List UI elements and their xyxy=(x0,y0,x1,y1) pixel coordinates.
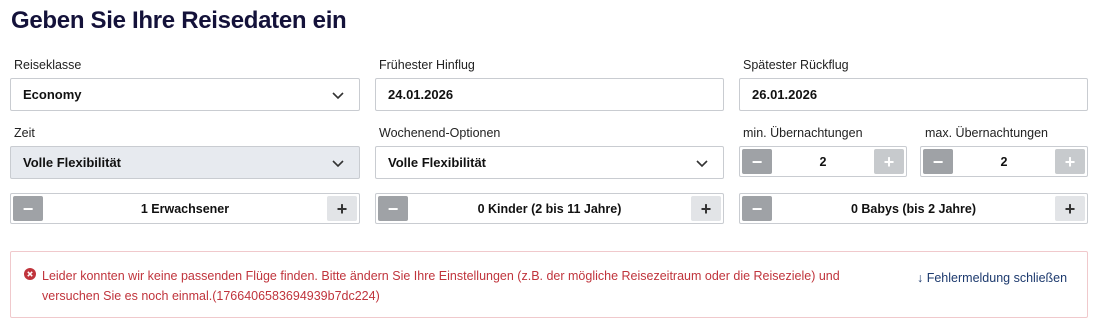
kinder-value: 0 Kinder (2 bis 11 Jahre) xyxy=(477,201,622,216)
kinder-plus-button[interactable]: + xyxy=(691,196,721,221)
rueckflug-input[interactable]: 26.01.2026 xyxy=(739,78,1088,111)
min-nights-stepper[interactable]: − 2 + xyxy=(739,146,907,177)
zeit-select[interactable]: Volle Flexibilität xyxy=(10,146,360,179)
wochenende-value: Volle Flexibilität xyxy=(388,155,487,170)
hinflug-value: 24.01.2026 xyxy=(388,87,454,102)
chevron-down-icon xyxy=(332,160,344,168)
rueckflug-label: Spätester Rückflug xyxy=(743,58,849,72)
chevron-down-icon xyxy=(332,92,344,100)
max-nights-label: max. Übernachtungen xyxy=(925,126,1048,140)
erwachsene-stepper[interactable]: − 1 Erwachsener + xyxy=(10,193,360,224)
rueckflug-value: 26.01.2026 xyxy=(752,87,818,102)
babys-stepper[interactable]: − 0 Babys (bis 2 Jahre) + xyxy=(739,193,1088,224)
chevron-down-icon xyxy=(696,160,708,168)
kinder-minus-button[interactable]: − xyxy=(378,196,408,221)
reiseklasse-label: Reiseklasse xyxy=(14,58,82,72)
reiseklasse-select[interactable]: Economy xyxy=(10,78,360,111)
kinder-stepper[interactable]: − 0 Kinder (2 bis 11 Jahre) + xyxy=(375,193,724,224)
min-nights-label: min. Übernachtungen xyxy=(743,126,863,140)
zeit-label: Zeit xyxy=(14,126,35,140)
max-nights-minus-button[interactable]: − xyxy=(923,149,953,174)
error-message-text: Leider konnten wir keine passenden Flüge… xyxy=(42,269,840,303)
hinflug-input[interactable]: 24.01.2026 xyxy=(375,78,724,111)
max-nights-value: 2 xyxy=(1000,154,1008,169)
erwachsene-plus-button[interactable]: + xyxy=(327,196,357,221)
erwachsene-minus-button[interactable]: − xyxy=(13,196,43,221)
min-nights-plus-button[interactable]: + xyxy=(874,149,904,174)
wochenende-label: Wochenend-Optionen xyxy=(379,126,501,140)
min-nights-value: 2 xyxy=(819,154,827,169)
erwachsene-value: 1 Erwachsener xyxy=(140,201,230,216)
babys-plus-button[interactable]: + xyxy=(1055,196,1085,221)
page-title: Geben Sie Ihre Reisedaten ein xyxy=(11,7,347,34)
babys-value: 0 Babys (bis 2 Jahre) xyxy=(850,201,977,216)
hinflug-label: Frühester Hinflug xyxy=(379,58,475,72)
zeit-value: Volle Flexibilität xyxy=(23,155,122,170)
max-nights-stepper[interactable]: − 2 + xyxy=(920,146,1088,177)
max-nights-plus-button[interactable]: + xyxy=(1055,149,1085,174)
wochenende-select[interactable]: Volle Flexibilität xyxy=(375,146,724,179)
babys-minus-button[interactable]: − xyxy=(742,196,772,221)
reiseklasse-value: Economy xyxy=(23,87,82,102)
min-nights-minus-button[interactable]: − xyxy=(742,149,772,174)
close-error-link[interactable]: ↓ Fehlermeldung schließen xyxy=(917,271,1067,285)
error-circle-icon xyxy=(24,268,36,280)
